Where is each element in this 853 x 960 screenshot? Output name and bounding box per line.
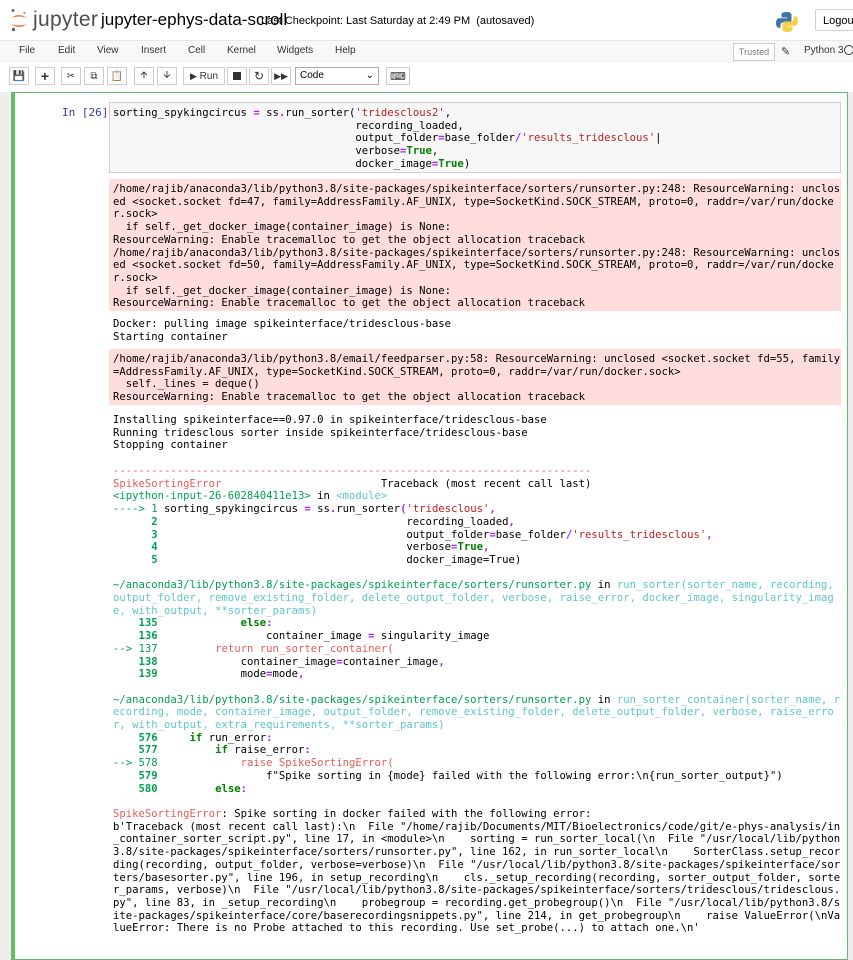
traceback-header: Traceback (most recent call last) bbox=[380, 477, 592, 490]
stderr-output-1: /home/rajib/anaconda3/lib/python3.8/site… bbox=[109, 179, 841, 311]
plus-icon: + bbox=[40, 68, 50, 84]
code-input[interactable]: sorting_spykingcircus = ss.run_sorter('t… bbox=[109, 102, 841, 173]
restart-button[interactable]: ↻ bbox=[249, 67, 269, 85]
insert-cell-button[interactable]: + bbox=[35, 67, 55, 85]
save-icon: 💾 bbox=[12, 70, 26, 82]
checkpoint-text: Last Checkpoint: Last Saturday at 2:49 P… bbox=[261, 15, 471, 27]
autosave-status: (autosaved) bbox=[476, 15, 535, 27]
scissors-icon: ✂ bbox=[66, 70, 76, 82]
menubar: File Edit View Insert Cell Kernel Widget… bbox=[0, 40, 853, 64]
frame1-path: ~/anaconda3/lib/python3.8/site-packages/… bbox=[113, 579, 592, 592]
chevron-down-icon: ⌄ bbox=[365, 70, 374, 81]
cell-type-select[interactable]: Code ⌄ bbox=[295, 67, 379, 85]
frame0-file: <ipython-input-26-602840411e13> bbox=[113, 490, 311, 503]
run-button[interactable]: ▶ Run bbox=[183, 67, 225, 85]
toolbar: 💾 + ✂ ⧉ 📋 🡩 🡫 ▶ Run ↻ ▶▶ Code ⌄ ⌨ bbox=[0, 63, 853, 91]
menu-cell[interactable]: Cell bbox=[188, 45, 205, 56]
cut-button[interactable]: ✂ bbox=[61, 67, 81, 85]
fast-forward-icon: ▶▶ bbox=[274, 70, 288, 81]
menu-widgets[interactable]: Widgets bbox=[277, 45, 313, 56]
menu-kernel[interactable]: Kernel bbox=[227, 45, 256, 56]
menu-view[interactable]: View bbox=[97, 45, 119, 56]
code-cell[interactable]: In [26]: sorting_spykingcircus = ss.run_… bbox=[11, 92, 848, 960]
stderr-output-2: /home/rajib/anaconda3/lib/python3.8/emai… bbox=[109, 349, 841, 405]
cell-type-value: Code bbox=[300, 70, 324, 81]
jupyter-logo[interactable]: jupyter bbox=[9, 8, 98, 32]
traceback-dashes: ----------------------------------------… bbox=[113, 465, 592, 477]
menu-insert[interactable]: Insert bbox=[141, 45, 166, 56]
python-logo-icon bbox=[776, 12, 798, 32]
logout-button[interactable]: Logout bbox=[815, 9, 853, 31]
kernel-status-icon bbox=[844, 45, 853, 55]
stdout-output-1: Docker: pulling image spikeinterface/tri… bbox=[109, 314, 841, 347]
stderr-text-1: /home/rajib/anaconda3/lib/python3.8/site… bbox=[113, 183, 841, 310]
frame0-func: <module> bbox=[336, 490, 388, 503]
move-down-button[interactable]: 🡫 bbox=[157, 67, 177, 85]
restart-icon: ↻ bbox=[253, 69, 265, 83]
notebook-name[interactable]: jupyter-ephys-data-scroll bbox=[101, 10, 287, 30]
play-icon: ▶ bbox=[189, 70, 197, 81]
stop-icon bbox=[233, 72, 241, 80]
keyboard-icon: ⌨ bbox=[390, 70, 406, 83]
code-text[interactable]: sorting_spykingcircus = ss.run_sorter('t… bbox=[113, 107, 662, 171]
copy-icon: ⧉ bbox=[90, 70, 98, 82]
checkpoint-status: Last Checkpoint: Last Saturday at 2:49 P… bbox=[261, 15, 534, 27]
copy-button[interactable]: ⧉ bbox=[84, 67, 104, 85]
stderr-text-2: /home/rajib/anaconda3/lib/python3.8/emai… bbox=[113, 353, 841, 404]
notebook-area: In [26]: sorting_spykingcircus = ss.run_… bbox=[0, 92, 853, 960]
traceback-text: ----------------------------------------… bbox=[113, 465, 841, 935]
run-label: Run bbox=[199, 70, 219, 82]
traceback-error-name: SpikeSortingError bbox=[113, 477, 222, 490]
header: jupyter jupyter-ephys-data-scroll Last C… bbox=[0, 0, 853, 40]
input-prompt: In [26]: bbox=[62, 106, 115, 119]
command-palette-button[interactable]: ⌨ bbox=[386, 67, 410, 85]
menu-file[interactable]: File bbox=[19, 45, 35, 56]
jupyter-wordmark: jupyter bbox=[33, 8, 99, 31]
menu-help[interactable]: Help bbox=[335, 45, 356, 56]
paste-icon: 📋 bbox=[110, 70, 124, 82]
frame2-path: ~/anaconda3/lib/python3.8/site-packages/… bbox=[113, 693, 592, 706]
stdout-text-1: Docker: pulling image spikeinterface/tri… bbox=[113, 318, 452, 343]
move-up-button[interactable]: 🡩 bbox=[134, 67, 154, 85]
arrow-up-icon: 🡩 bbox=[140, 69, 148, 81]
kernel-name: Python 3 bbox=[804, 45, 844, 56]
arrow-down-icon: 🡫 bbox=[163, 69, 171, 81]
paste-button[interactable]: 📋 bbox=[107, 67, 127, 85]
stdout-output-2: Installing spikeinterface==0.97.0 in spi… bbox=[109, 410, 841, 456]
trusted-indicator[interactable]: Trusted bbox=[733, 43, 775, 61]
jupyter-logo-icon bbox=[11, 8, 27, 32]
interrupt-button[interactable] bbox=[227, 67, 247, 85]
pencil-icon[interactable]: ✎ bbox=[781, 45, 790, 58]
restart-run-all-button[interactable]: ▶▶ bbox=[271, 67, 291, 85]
menu-edit[interactable]: Edit bbox=[58, 45, 75, 56]
stdout-text-2: Installing spikeinterface==0.97.0 in spi… bbox=[113, 414, 547, 452]
traceback-output: ----------------------------------------… bbox=[109, 461, 841, 939]
save-button[interactable]: 💾 bbox=[9, 67, 29, 85]
